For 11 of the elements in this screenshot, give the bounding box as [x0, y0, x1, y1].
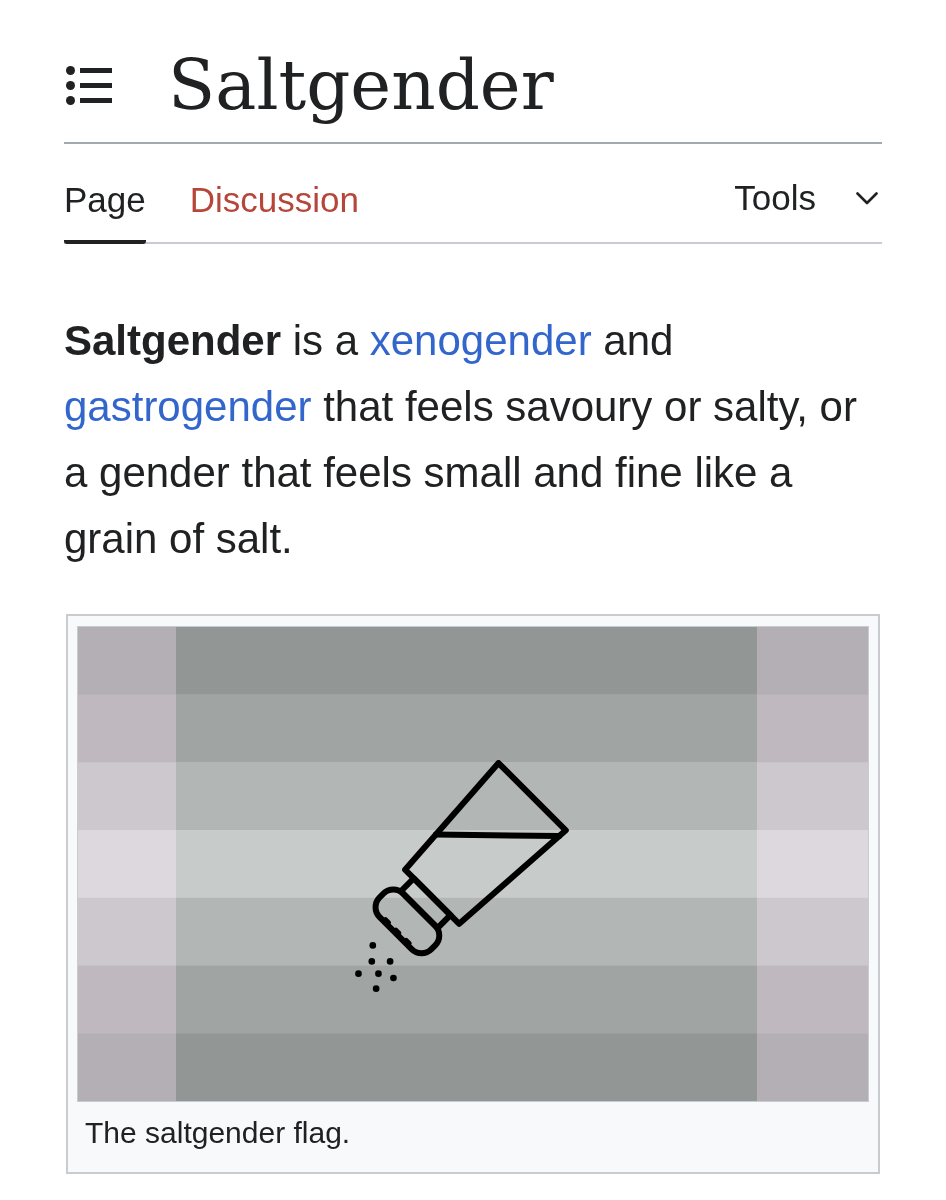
salt-shaker-icon: [355, 760, 569, 992]
image-caption: The saltgender flag.: [84, 1115, 352, 1151]
menu-icon[interactable]: [66, 65, 112, 105]
lead-paragraph: Saltgender is a xenogender and gastrogender that feels savoury or salty, or a gender that feels small and fine like a grain of salt.: [64, 316, 858, 564]
page-title: Saltgender: [168, 44, 554, 127]
link[interactable]: xenogender: [369, 317, 592, 364]
tools-menu-button[interactable]: Tools: [734, 144, 882, 242]
tab[interactable]: Discussion: [189, 146, 359, 244]
link[interactable]: gastrogender: [64, 383, 312, 430]
chevron-down-icon: [856, 191, 878, 205]
tab[interactable]: Page: [64, 146, 146, 244]
